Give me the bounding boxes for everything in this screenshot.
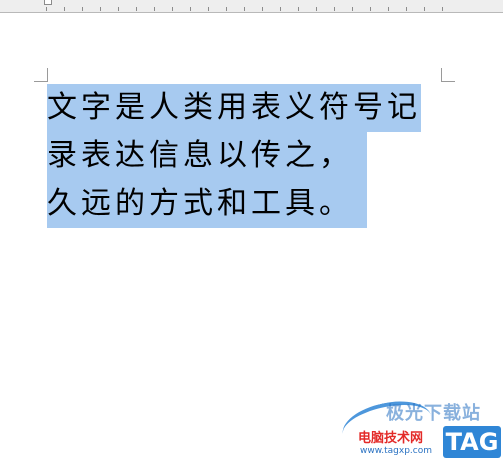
margin-corner-top-left <box>34 68 48 82</box>
tag-badge: TAG <box>443 426 501 458</box>
ruler-ticks <box>46 7 443 11</box>
watermark-url: www.tagxp.com <box>360 446 432 456</box>
margin-corner-top-right <box>441 68 455 82</box>
text-line-1[interactable]: 文字是人类用表义符号记 <box>47 84 421 132</box>
document-page[interactable]: 文字是人类用表义符号记 文字是人类用表义符号记 录表达信息以传之， 久远的方式和… <box>0 13 503 461</box>
site-watermark: 极光下载站 电脑技术网 www.tagxp.com TAG <box>338 394 503 461</box>
horizontal-ruler[interactable] <box>0 0 503 13</box>
text-line-3[interactable]: 久远的方式和工具。 <box>47 180 367 228</box>
indent-marker[interactable] <box>44 0 52 5</box>
text-line-2[interactable]: 录表达信息以传之， <box>47 132 367 180</box>
watermark-main-text: 电脑技术网 <box>358 431 424 446</box>
watermark-top-text: 极光下载站 <box>386 403 481 424</box>
